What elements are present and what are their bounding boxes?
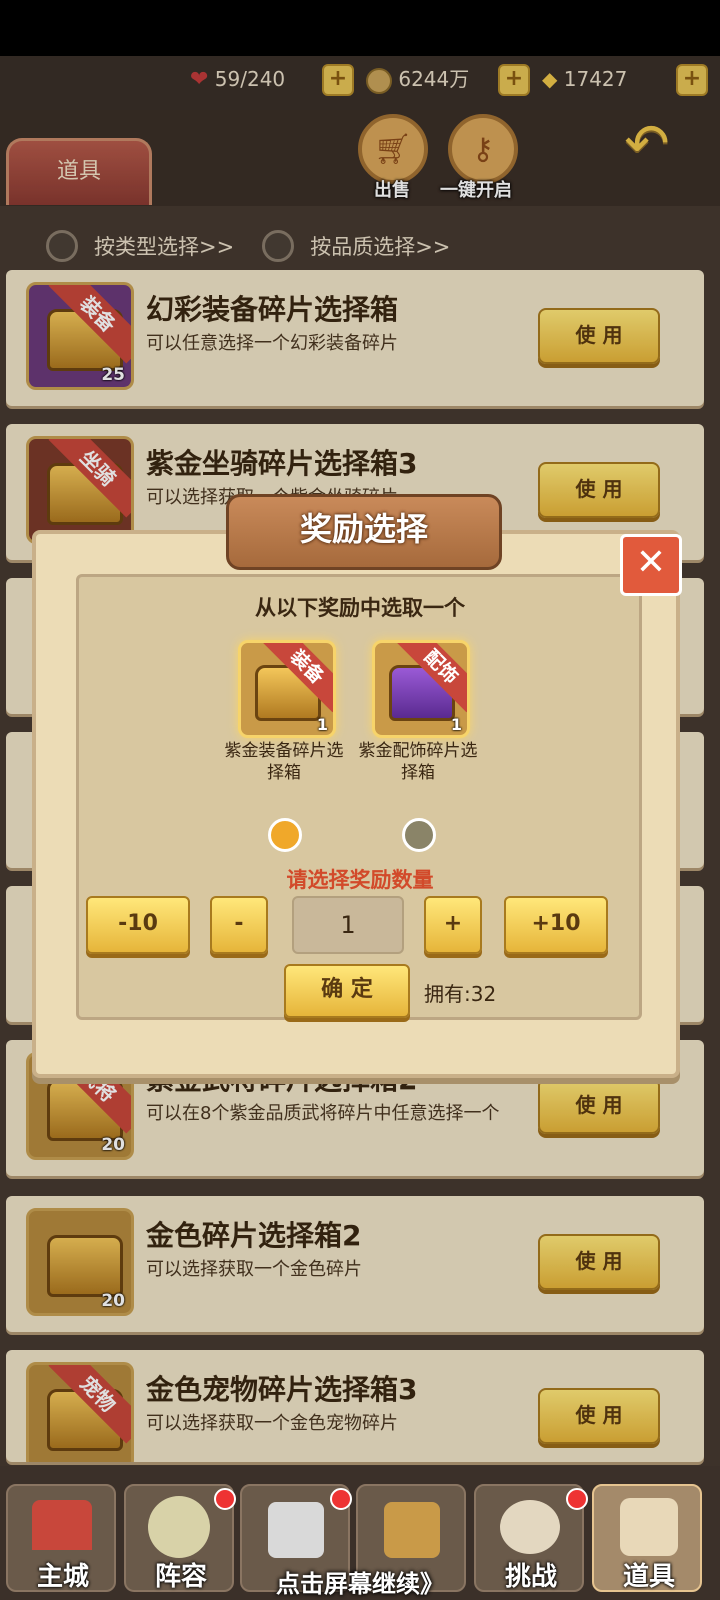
dialog-title: 奖励选择 [226, 494, 502, 570]
continue-hint: 点击屏幕继续》 [276, 1570, 444, 1598]
notification-dot [330, 1488, 352, 1510]
reward-count: 1 [316, 715, 328, 734]
quantity-prompt: 请选择奖励数量 [286, 868, 434, 892]
close-icon[interactable]: ✕ [620, 534, 682, 596]
reward-count: 1 [450, 715, 462, 734]
treasure-icon [384, 1502, 440, 1558]
gift-icon [268, 1502, 324, 1558]
reward-option-accessory[interactable]: 配饰 1 [372, 640, 470, 738]
reward-prompt: 从以下奖励中选取一个 [255, 596, 465, 620]
scroll-bag-icon [620, 1498, 678, 1556]
quantity-field[interactable]: 1 [292, 896, 404, 954]
reward-name: 紫金装备碎片选择箱 [224, 741, 344, 783]
plus-ten-button[interactable]: +10 [504, 896, 608, 954]
notification-dot [566, 1488, 588, 1510]
reward-radio-selected[interactable] [268, 818, 302, 852]
heroes-icon [500, 1500, 560, 1554]
formation-icon [148, 1496, 210, 1558]
owned-count: 拥有:32 [424, 982, 497, 1006]
plus-button[interactable]: + [424, 896, 482, 954]
castle-icon [32, 1500, 92, 1550]
reward-radio[interactable] [402, 818, 436, 852]
reward-name: 紫金配饰碎片选择箱 [358, 741, 478, 783]
reward-option-equipment[interactable]: 装备 1 [238, 640, 336, 738]
confirm-button[interactable]: 确 定 [284, 964, 410, 1018]
minus-button[interactable]: - [210, 896, 268, 954]
notification-dot [214, 1488, 236, 1510]
minus-ten-button[interactable]: -10 [86, 896, 190, 954]
